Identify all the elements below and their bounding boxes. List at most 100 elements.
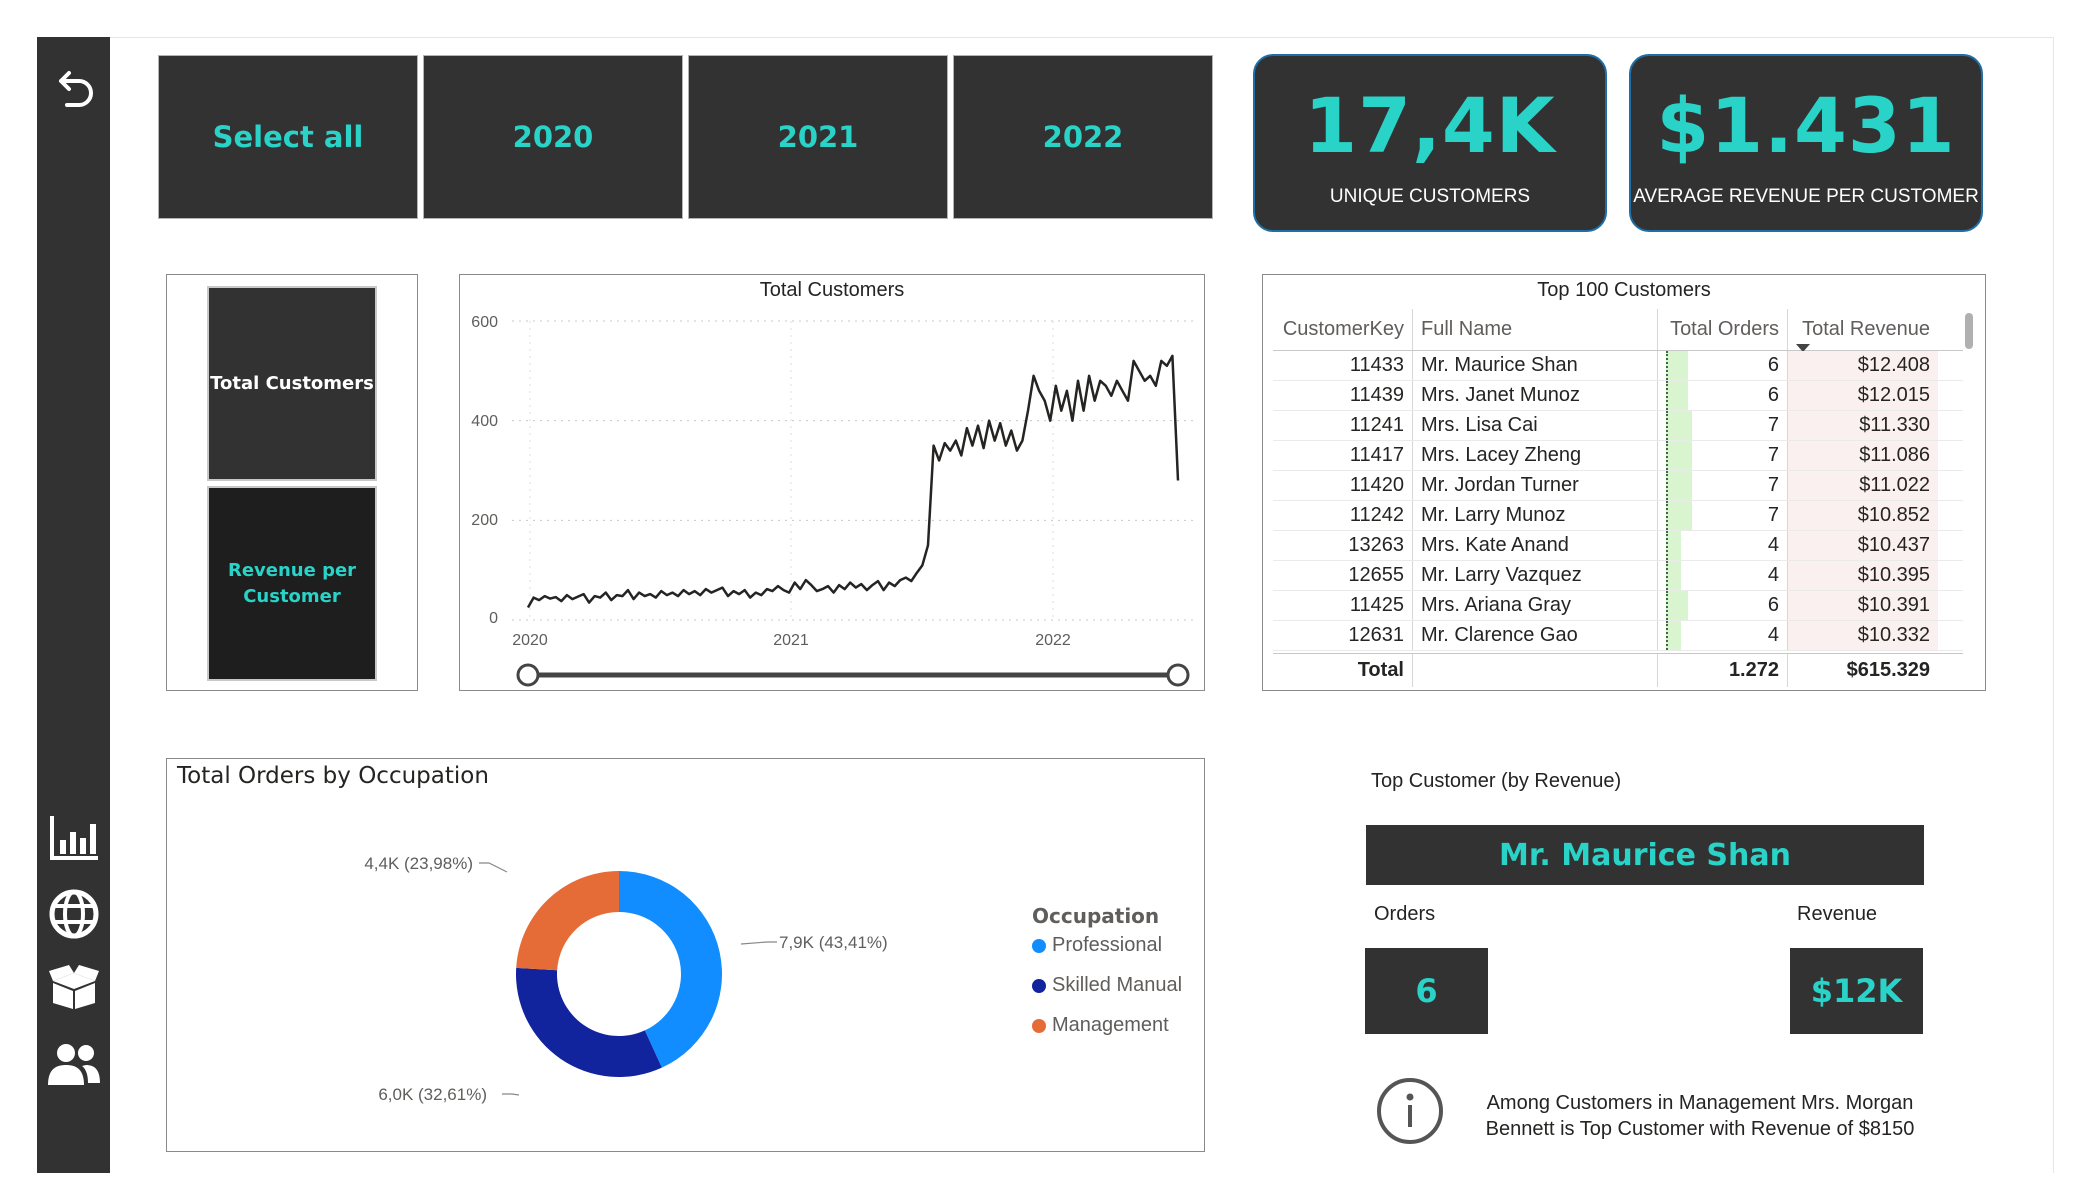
back-arrow-icon[interactable]: [37, 59, 110, 121]
table-body: CustomerKey Full Name Total Orders Total…: [1273, 309, 1963, 687]
date-range-end-handle[interactable]: [1166, 663, 1190, 687]
y-tick-label: 600: [471, 314, 498, 331]
orders-data-bar: [1666, 531, 1681, 560]
bar-chart-icon[interactable]: [37, 807, 110, 869]
table-row[interactable]: 11417 Mrs. Lacey Zheng 7 $11.086: [1273, 441, 1963, 471]
cell-customerkey: 11242: [1273, 501, 1413, 530]
orders-data-bar: [1666, 561, 1681, 590]
customers-line: [526, 354, 1180, 609]
cell-total-orders-value: 7: [1767, 414, 1779, 436]
total-revenue: $615.329: [1846, 659, 1930, 681]
kpi-average-revenue: $1.431 AVERAGE REVENUE PER CUSTOMER: [1629, 54, 1983, 232]
orders-data-bar: [1666, 591, 1689, 620]
cell-total-revenue: $11.086: [1788, 441, 1938, 470]
orders-data-bar: [1666, 411, 1692, 440]
top-customer-name: Mr. Maurice Shan: [1366, 825, 1924, 885]
cell-total-revenue-value: $10.437: [1857, 534, 1930, 556]
y-tick-label: 200: [471, 512, 498, 529]
total-customers-button[interactable]: Total Customers: [207, 286, 377, 481]
table-rows: 11433 Mr. Maurice Shan 6 $12.408 11439 Mrs. J…: [1273, 351, 1963, 651]
cell-full-name: Mrs. Ariana Gray: [1413, 591, 1658, 620]
legend-item-skilled-manual[interactable]: Skilled Manual: [1032, 974, 1182, 997]
users-icon[interactable]: [37, 1033, 110, 1095]
table-row[interactable]: 12631 Mr. Clarence Gao 4 $10.332: [1273, 621, 1963, 651]
column-header-total-orders[interactable]: Total Orders: [1658, 309, 1788, 350]
cell-total-revenue: $11.330: [1788, 411, 1938, 440]
table-row[interactable]: 11241 Mrs. Lisa Cai 7 $11.330: [1273, 411, 1963, 441]
cell-total-orders: 6: [1658, 591, 1788, 620]
column-header-full-name[interactable]: Full Name: [1413, 309, 1658, 350]
line-chart-svg: 600 400 200 0 2020 2021 2022: [471, 314, 1198, 687]
cell-total-orders: 7: [1658, 501, 1788, 530]
x-tick-label: 2021: [773, 632, 809, 649]
cell-total-orders-value: 6: [1767, 354, 1779, 376]
cell-customerkey: 13263: [1273, 531, 1413, 560]
cell-total-revenue: $10.437: [1788, 531, 1938, 560]
slice-label-skilled-manual: 6,0K (32,61%): [378, 1085, 487, 1104]
legend-dot: [1032, 978, 1046, 993]
cell-full-name: Mrs. Janet Munoz: [1413, 381, 1658, 410]
year-slicer-select-all[interactable]: Select all: [158, 55, 418, 219]
cell-full-name: Mr. Jordan Turner: [1413, 471, 1658, 500]
cell-customerkey: 12631: [1273, 621, 1413, 650]
table-row[interactable]: 11425 Mrs. Ariana Gray 6 $10.391: [1273, 591, 1963, 621]
cell-total-orders-value: 6: [1767, 384, 1779, 406]
cell-full-name: Mr. Larry Munoz: [1413, 501, 1658, 530]
cell-total-revenue: $10.852: [1788, 501, 1938, 530]
legend-label: Management: [1052, 1014, 1169, 1036]
total-name-cell: [1413, 654, 1658, 687]
revenue-per-customer-button[interactable]: Revenue per Customer: [207, 486, 377, 681]
cell-total-orders: 7: [1658, 411, 1788, 440]
year-slicer-2022[interactable]: 2022: [953, 55, 1213, 219]
cell-full-name: Mr. Maurice Shan: [1413, 351, 1658, 380]
cell-full-name: Mr. Larry Vazquez: [1413, 561, 1658, 590]
legend-item-management[interactable]: Management: [1032, 1014, 1169, 1037]
legend-item-professional[interactable]: Professional: [1032, 934, 1162, 957]
table-row[interactable]: 13263 Mrs. Kate Anand 4 $10.437: [1273, 531, 1963, 561]
table-row[interactable]: 11439 Mrs. Janet Munoz 6 $12.015: [1273, 381, 1963, 411]
legend-dot: [1032, 1018, 1046, 1033]
table-row[interactable]: 11420 Mr. Jordan Turner 7 $11.022: [1273, 471, 1963, 501]
orders-data-bar: [1666, 351, 1689, 380]
box-icon[interactable]: [37, 957, 110, 1019]
column-header-customerkey[interactable]: CustomerKey: [1273, 309, 1413, 350]
globe-icon[interactable]: [37, 883, 110, 945]
donut-slice-skilled-manual[interactable]: [515, 967, 662, 1077]
year-slicer-2021[interactable]: 2021: [688, 55, 948, 219]
column-header-total-revenue[interactable]: Total Revenue: [1788, 309, 1938, 352]
orders-by-occupation-chart: Total Orders by Occupation 7,9K (43,41%)…: [166, 758, 1205, 1152]
cell-customerkey: 12655: [1273, 561, 1413, 590]
cell-total-orders: 4: [1658, 561, 1788, 590]
cell-total-revenue-value: $12.015: [1857, 384, 1930, 406]
cell-total-orders-value: 7: [1767, 474, 1779, 496]
info-message: Among Customers in Management Mrs. Morga…: [1485, 1092, 1915, 1140]
orders-data-bar: [1666, 381, 1689, 410]
cell-total-revenue-value: $10.391: [1857, 594, 1930, 616]
table-scrollbar[interactable]: [1965, 313, 1973, 349]
top-customer-revenue: $12K: [1790, 948, 1923, 1034]
cell-total-orders-value: 6: [1767, 594, 1779, 616]
year-slicer-2020[interactable]: 2020: [423, 55, 683, 219]
kpi-value: 17,4K: [1304, 81, 1556, 170]
table-header: CustomerKey Full Name Total Orders Total…: [1273, 309, 1963, 352]
table-row[interactable]: 12655 Mr. Larry Vazquez 4 $10.395: [1273, 561, 1963, 591]
date-range-start-handle[interactable]: [516, 663, 540, 687]
orders-data-bar: [1666, 501, 1692, 530]
legend-label: Professional: [1052, 934, 1163, 956]
kpi-label: UNIQUE CUSTOMERS: [1329, 186, 1531, 207]
table-total-row: Total 1.272 $615.329: [1273, 653, 1963, 687]
cell-total-revenue: $10.332: [1788, 621, 1938, 650]
x-tick-label: 2020: [512, 632, 548, 649]
cell-total-revenue-value: $10.852: [1857, 504, 1930, 526]
y-tick-label: 400: [471, 413, 498, 430]
cell-total-revenue-value: $10.332: [1857, 624, 1930, 646]
cell-full-name: Mrs. Lisa Cai: [1413, 411, 1658, 440]
label-leader-line: [502, 1093, 520, 1096]
table-row[interactable]: 11433 Mr. Maurice Shan 6 $12.408: [1273, 351, 1963, 381]
cell-total-revenue-value: $11.330: [1859, 414, 1930, 436]
table-row[interactable]: 11242 Mr. Larry Munoz 7 $10.852: [1273, 501, 1963, 531]
cell-customerkey: 11241: [1273, 411, 1413, 440]
legend-dot: [1032, 938, 1046, 953]
donut-slice-management[interactable]: [516, 871, 619, 971]
column-header-total-revenue-label: Total Revenue: [1802, 318, 1930, 340]
